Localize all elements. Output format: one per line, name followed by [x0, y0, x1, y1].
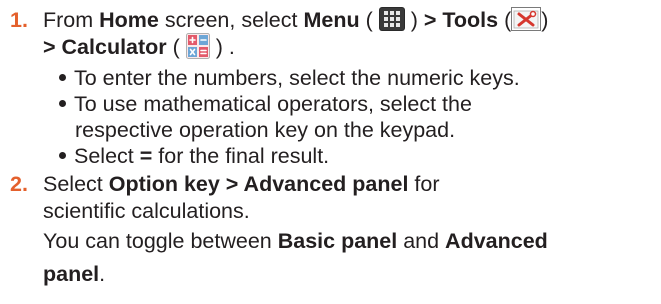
option-key-label: Option key > Advanced panel [108, 172, 409, 196]
tools-label: > Tools [423, 8, 499, 32]
calculator-label: > Calculator [43, 35, 167, 59]
list-item-continuation: respective operation key on the keypad. [75, 118, 456, 142]
menu-icon [378, 7, 405, 32]
step-number: 2. [10, 172, 28, 196]
bullet-dot [59, 73, 66, 81]
bullet-dot [59, 151, 66, 159]
menu-label: Menu [303, 8, 360, 32]
panel-label: panel [43, 262, 100, 286]
home-label: Home [99, 8, 159, 32]
advanced-label: Advanced [445, 229, 548, 253]
equals-label: = [139, 144, 153, 168]
step-2-line-1: Select Option key > Advanced panel for [43, 172, 440, 196]
calculator-icon [185, 33, 210, 60]
list-item: Select = for the final result. [59, 143, 329, 169]
step-number: 1. [10, 8, 28, 32]
list-item: To use mathematical operators, select th… [59, 91, 472, 117]
step-1-line-1: From Home screen, select Menu ( ) > Tool… [43, 7, 549, 32]
step-2-line-4: panel. [43, 262, 106, 286]
basic-panel-label: Basic panel [277, 229, 398, 253]
step-1-line-2: > Calculator ( ) . [43, 33, 235, 60]
tools-icon [511, 7, 542, 32]
list-item: To enter the numbers, select the numeric… [59, 65, 520, 91]
bullet-dot [59, 99, 66, 107]
step-2-line-2: scientific calculations. [43, 199, 250, 223]
step-2-line-3: You can toggle between Basic panel and A… [43, 229, 548, 253]
